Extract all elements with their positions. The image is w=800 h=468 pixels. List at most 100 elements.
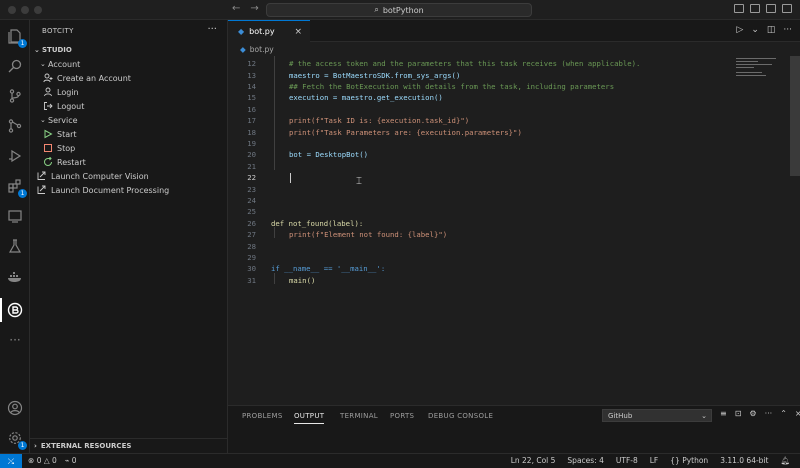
- tab-terminal[interactable]: TERMINAL: [340, 412, 378, 420]
- run-debug-icon[interactable]: [5, 146, 25, 166]
- search-icon[interactable]: [5, 56, 25, 76]
- tab-bot-py[interactable]: ◆ bot.py ×: [228, 20, 310, 42]
- docker-icon[interactable]: [5, 266, 25, 286]
- toggle-secondary-sidebar-icon[interactable]: [766, 4, 776, 13]
- customize-layout-icon[interactable]: [782, 4, 792, 13]
- chevron-down-icon: ⌄: [40, 60, 46, 68]
- sign-out-icon: [42, 100, 54, 112]
- code-line: 27 print(f"Element not found: {label}"): [228, 229, 788, 240]
- tree-item-launch-computer-vision[interactable]: Launch Computer Vision: [30, 169, 228, 183]
- tab-ports[interactable]: PORTS: [390, 412, 414, 420]
- explorer-icon[interactable]: 1: [5, 26, 27, 48]
- window-controls[interactable]: [8, 6, 42, 14]
- external-resources-section[interactable]: › EXTERNAL RESOURCES: [30, 438, 228, 452]
- more-actions-icon[interactable]: ···: [765, 409, 773, 418]
- ports-count: 0: [71, 456, 77, 465]
- python-interpreter[interactable]: 3.11.0 64-bit: [720, 456, 768, 465]
- chevron-right-icon: ›: [34, 441, 37, 450]
- output-channel-select[interactable]: GitHub ⌄: [602, 409, 712, 422]
- launch-icon: [36, 184, 48, 196]
- remote-explorer-icon[interactable]: [5, 206, 25, 226]
- breadcrumb-file[interactable]: bot.py: [250, 45, 274, 54]
- ports-status[interactable]: ⌁ 0: [65, 456, 77, 465]
- run-options-chevron-icon[interactable]: ⌄: [751, 25, 759, 35]
- code-text: bot = DesktopBot(): [289, 150, 369, 160]
- minimap[interactable]: [732, 56, 790, 116]
- problems-status[interactable]: ⊗ 0 △ 0: [28, 456, 57, 465]
- maximize-panel-icon[interactable]: ⌃: [780, 409, 787, 418]
- indentation[interactable]: Spaces: 4: [567, 456, 603, 465]
- scrollbar-thumb[interactable]: [790, 56, 800, 176]
- editor-scrollbar[interactable]: [790, 56, 800, 396]
- explorer-badge: 1: [18, 39, 27, 48]
- source-control-icon[interactable]: [5, 86, 25, 106]
- testing-flask-icon[interactable]: [5, 236, 25, 256]
- minimize-window-button[interactable]: [21, 6, 29, 14]
- botcity-icon[interactable]: [0, 298, 25, 322]
- filter-list-icon[interactable]: ≡: [720, 409, 727, 418]
- restart-icon: [42, 156, 54, 168]
- tree-item-create-account[interactable]: Create an Account: [30, 71, 228, 85]
- accounts-icon[interactable]: [5, 398, 25, 418]
- line-number: 26: [247, 218, 256, 228]
- more-views-icon[interactable]: ···: [5, 330, 25, 350]
- tab-debug-console[interactable]: DEBUG CONSOLE: [428, 412, 493, 420]
- editor-tab-bar: ◆ bot.py × ▷ ⌄ ◫ ···: [228, 20, 800, 42]
- encoding[interactable]: UTF-8: [616, 456, 638, 465]
- close-panel-icon[interactable]: ×: [795, 409, 800, 418]
- tree-item-start[interactable]: Start: [30, 127, 228, 141]
- extensions-icon[interactable]: 1: [5, 176, 27, 198]
- settings-gear-icon[interactable]: ⚙: [749, 409, 756, 418]
- code-line: 30 if __name__ == '__main__':: [228, 263, 788, 274]
- tree-group-label: Account: [48, 59, 81, 69]
- run-python-file-icon[interactable]: ▷: [736, 25, 743, 35]
- tree-group-service[interactable]: ⌄ Service: [30, 113, 228, 127]
- tree-item-stop[interactable]: Stop: [30, 141, 228, 155]
- tree-group-account[interactable]: ⌄ Account: [30, 57, 228, 71]
- cursor-position[interactable]: Ln 22, Col 5: [511, 456, 556, 465]
- language-mode[interactable]: {} Python: [670, 456, 708, 465]
- close-window-button[interactable]: [8, 6, 16, 14]
- tree-item-launch-document-processing[interactable]: Launch Document Processing: [30, 183, 228, 197]
- source-graph-icon[interactable]: [5, 116, 25, 136]
- external-resources-label: EXTERNAL RESOURCES: [40, 441, 132, 450]
- tab-output[interactable]: OUTPUT: [294, 412, 325, 424]
- tree-item-logout[interactable]: Logout: [30, 99, 228, 113]
- maximize-window-button[interactable]: [34, 6, 42, 14]
- notifications-bell-icon[interactable]: 🔔︎: [780, 456, 790, 465]
- python-file-icon: ◆: [238, 27, 245, 36]
- tree-item-label: Login: [57, 87, 79, 97]
- close-icon[interactable]: ×: [294, 27, 302, 37]
- toggle-panel-icon[interactable]: [750, 4, 760, 13]
- botcity-sidebar: BOTCITY ··· ⌄ STUDIO ⌄ Account Create an…: [30, 20, 228, 453]
- language-label: Python: [682, 456, 709, 465]
- text-cursor: [290, 173, 291, 183]
- manage-gear-icon[interactable]: 1: [5, 428, 27, 450]
- code-line: 29: [228, 252, 788, 263]
- code-text: if __name__ == '__main__':: [271, 264, 386, 274]
- command-center-search[interactable]: ⌕ botPython: [266, 3, 532, 17]
- tree-item-login[interactable]: Login: [30, 85, 228, 99]
- title-bar: ← → ⌕ botPython: [0, 0, 800, 20]
- studio-section-header[interactable]: ⌄ STUDIO: [30, 43, 228, 57]
- output-channel-value: GitHub: [608, 411, 633, 420]
- code-editor[interactable]: 12 # the access token and the parameters…: [228, 56, 788, 396]
- more-actions-icon[interactable]: ···: [207, 24, 217, 35]
- tab-problems[interactable]: PROBLEMS: [242, 412, 283, 420]
- code-text: execution = maestro.get_execution(): [289, 93, 443, 103]
- more-actions-icon[interactable]: ···: [783, 25, 792, 35]
- back-arrow-icon[interactable]: ←: [232, 3, 240, 14]
- code-line: 26 def not_found(label):: [228, 218, 788, 229]
- line-number: 23: [247, 184, 256, 194]
- warning-count: 0: [52, 456, 57, 465]
- end-of-line[interactable]: LF: [650, 456, 659, 465]
- forward-arrow-icon[interactable]: →: [250, 3, 258, 14]
- toggle-sidebar-icon[interactable]: [734, 4, 744, 13]
- tree-item-restart[interactable]: Restart: [30, 155, 228, 169]
- sidebar-title: BOTCITY: [42, 27, 74, 35]
- split-editor-icon[interactable]: ◫: [767, 25, 776, 35]
- lock-icon[interactable]: ⊡: [735, 409, 742, 418]
- code-text: print(f"Task Parameters are: {execution.…: [289, 127, 522, 137]
- launch-icon: [36, 170, 48, 182]
- remote-indicator-icon[interactable]: ⤯: [0, 454, 22, 468]
